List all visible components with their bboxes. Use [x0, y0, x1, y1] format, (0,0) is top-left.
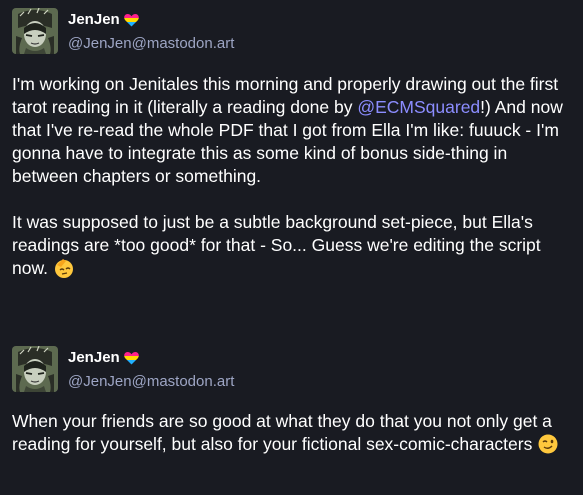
pansexual-heart-icon: [123, 13, 139, 27]
pansexual-heart-icon: [123, 351, 139, 365]
display-name-line[interactable]: JenJen: [68, 349, 139, 366]
avatar-image: [12, 8, 58, 54]
avatar[interactable]: [12, 8, 58, 54]
post-paragraph: When your friends are so good at what th…: [12, 410, 574, 456]
winking-face-icon: [537, 433, 559, 455]
post-content: When your friends are so good at what th…: [12, 410, 574, 479]
post-paragraph: It was supposed to just be a subtle back…: [12, 211, 574, 280]
status-post[interactable]: JenJen @JenJen@mastodon.art When your fr…: [0, 338, 583, 454]
post-content: I'm working on Jenitales this morning an…: [12, 73, 574, 303]
avatar[interactable]: [12, 346, 58, 392]
paragraph-text: When your friends are so good at what th…: [12, 411, 552, 454]
display-name[interactable]: JenJen: [68, 11, 120, 28]
account-handle[interactable]: @JenJen@mastodon.art: [68, 35, 234, 52]
saluting-face-icon: [53, 257, 75, 279]
account-handle[interactable]: @JenJen@mastodon.art: [68, 373, 234, 390]
post-header: JenJen @JenJen@mastodon.art: [0, 338, 583, 402]
display-name[interactable]: JenJen: [68, 349, 120, 366]
status-post[interactable]: JenJen @JenJen@mastodon.art I'm working …: [0, 0, 583, 278]
paragraph-text: It was supposed to just be a subtle back…: [12, 212, 541, 278]
avatar-image: [12, 346, 58, 392]
mention-link[interactable]: @ECMSquared: [357, 97, 480, 117]
display-name-line[interactable]: JenJen: [68, 11, 139, 28]
post-paragraph: I'm working on Jenitales this morning an…: [12, 73, 574, 188]
post-header: JenJen @JenJen@mastodon.art: [0, 0, 583, 64]
